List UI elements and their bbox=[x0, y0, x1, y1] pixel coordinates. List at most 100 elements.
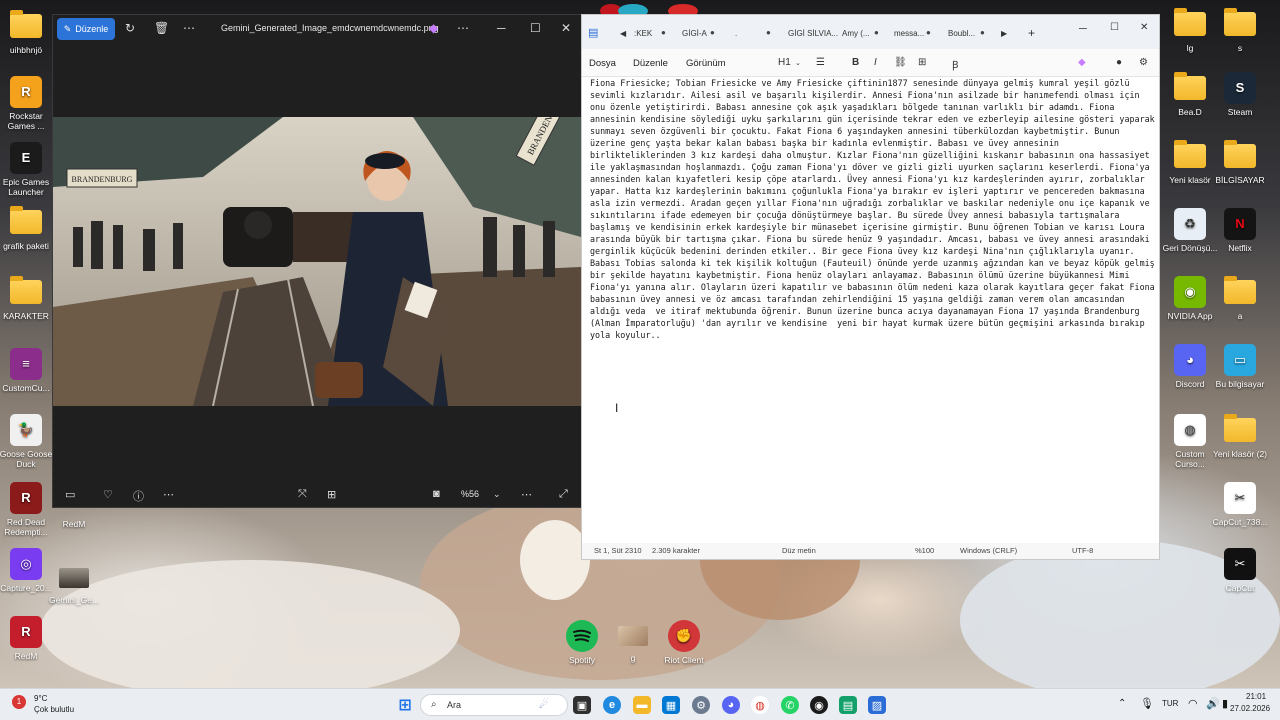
text-format[interactable]: Düz metin bbox=[782, 546, 816, 555]
task-view-icon[interactable]: ▣ bbox=[573, 696, 591, 714]
maximize-icon[interactable]: ☐ bbox=[530, 21, 541, 35]
input-language[interactable]: TUR bbox=[1162, 699, 1178, 708]
line-ending[interactable]: Windows (CRLF) bbox=[960, 546, 1017, 555]
menu-edit[interactable]: Düzenle bbox=[633, 58, 668, 69]
battery-icon[interactable]: ▮ bbox=[1222, 697, 1228, 710]
desktop-icon-gemini-image[interactable]: Gemini_Ge... bbox=[44, 562, 104, 605]
desktop-icon[interactable]: ✂ CapCut bbox=[1210, 548, 1270, 593]
desktop-icon[interactable]: S Steam bbox=[1210, 72, 1270, 117]
notepad-tab[interactable]: Boubl... bbox=[948, 29, 975, 38]
menu-file[interactable]: Dosya bbox=[589, 58, 616, 69]
menu-view[interactable]: Görünüm bbox=[686, 58, 726, 69]
settings-gear-icon[interactable]: ⚙ bbox=[1139, 57, 1148, 68]
actual-size-icon[interactable]: ⊞ bbox=[327, 488, 336, 501]
tab-scroll-right-icon[interactable]: ▶ bbox=[1001, 29, 1007, 38]
desktop-icon[interactable]: R RedM bbox=[0, 616, 56, 661]
desktop-icon[interactable]: 🦆 Goose Goose Duck bbox=[0, 414, 56, 469]
filmstrip-icon[interactable]: ▭ bbox=[65, 488, 75, 501]
taskbar-search-box[interactable]: ⌕ Ara ☄ bbox=[420, 694, 568, 716]
bottom-more-icon[interactable]: ⋯ bbox=[163, 488, 174, 501]
encoding[interactable]: UTF-8 bbox=[1072, 546, 1093, 555]
notepad-tab[interactable]: . bbox=[735, 29, 737, 38]
rotate-icon[interactable]: ↻ bbox=[125, 21, 135, 35]
file-explorer-icon[interactable]: ▬ bbox=[633, 696, 651, 714]
chevron-down-icon[interactable]: ⌄ bbox=[795, 59, 801, 67]
notepad-tab[interactable]: :KEK bbox=[634, 29, 652, 38]
desktop-icon[interactable]: ▭ Bu bilgisayar bbox=[1210, 344, 1270, 389]
chevron-down-icon[interactable]: ⌄ bbox=[493, 489, 501, 500]
whatsapp-icon[interactable]: ✆ bbox=[781, 696, 799, 714]
tab-close-icon[interactable]: ● bbox=[710, 28, 715, 37]
fullscreen-icon[interactable]: ⤢ bbox=[559, 488, 568, 501]
maximize-icon[interactable]: ☐ bbox=[1110, 22, 1119, 33]
notepad-tab[interactable]: Amy (... bbox=[842, 29, 870, 38]
desktop-icon-riot-client[interactable]: ✊ Riot Client bbox=[654, 620, 714, 665]
tab-scroll-left-icon[interactable]: ◀ bbox=[620, 29, 626, 38]
close-icon[interactable]: ✕ bbox=[1140, 22, 1148, 33]
clock-time[interactable]: 21:01 bbox=[1246, 692, 1266, 701]
favorite-heart-icon[interactable]: ♡ bbox=[103, 488, 113, 501]
chrome-icon[interactable]: ◍ bbox=[751, 696, 769, 714]
desktop-icon[interactable]: KARAKTER bbox=[0, 276, 56, 321]
settings-icon[interactable]: ⚙ bbox=[692, 696, 710, 714]
status-zoom[interactable]: %100 bbox=[915, 546, 934, 555]
desktop-icon[interactable]: E Epic Games Launcher bbox=[0, 142, 56, 197]
desktop-icon[interactable]: N Netflix bbox=[1210, 208, 1270, 253]
desktop-icon[interactable]: grafik paketi bbox=[0, 206, 56, 251]
notepad-tab[interactable]: GİGİ-A bbox=[682, 29, 707, 38]
start-windows-icon[interactable]: ⊞ bbox=[396, 696, 414, 714]
minimize-icon[interactable]: ─ bbox=[497, 21, 506, 35]
list-icon[interactable]: ☰ bbox=[816, 57, 825, 68]
wifi-icon[interactable]: ◠ bbox=[1188, 697, 1198, 710]
desktop-icon[interactable]: ✂ CapCut_738... bbox=[1210, 482, 1270, 527]
desktop-icon[interactable]: Yeni klasör (2) bbox=[1210, 414, 1270, 459]
photo-viewer-image[interactable]: BRANDENBURG BRANDENBURG Hbf bbox=[53, 117, 581, 406]
titlebar-more-icon[interactable]: ⋯ bbox=[457, 21, 469, 35]
close-icon[interactable]: ✕ bbox=[561, 21, 571, 35]
desktop-icon[interactable]: s bbox=[1210, 8, 1270, 53]
clear-formatting-icon[interactable]: Ꞵ bbox=[952, 57, 958, 71]
microsoft-store-icon[interactable]: ▦ bbox=[662, 696, 680, 714]
photos-taskbar-icon[interactable]: ▨ bbox=[868, 696, 886, 714]
tab-close-icon[interactable]: ● bbox=[980, 28, 985, 37]
delete-icon[interactable]: 🗑 bbox=[154, 21, 169, 35]
zoom-more-icon[interactable]: ⋯ bbox=[521, 488, 532, 501]
screenshot-icon[interactable]: ◙ bbox=[433, 488, 440, 500]
desktop-icon[interactable]: BİLGİSAYAR bbox=[1210, 140, 1270, 185]
fit-view-icon[interactable]: ⤧ bbox=[298, 488, 307, 501]
notepad-tab[interactable]: GİGİ SİLVIA... bbox=[788, 29, 838, 38]
desktop-icon[interactable]: R Rockstar Games ... bbox=[0, 76, 56, 131]
clock-date[interactable]: 27.02.2026 bbox=[1230, 704, 1270, 713]
desktop-icon[interactable]: a bbox=[1210, 276, 1270, 321]
chevron-up-icon[interactable]: ⌃ bbox=[1118, 698, 1126, 709]
discord-icon[interactable]: ◕ bbox=[722, 696, 740, 714]
microphone-icon[interactable]: 🎙 bbox=[1140, 697, 1154, 710]
edit-button[interactable]: ✎ Düzenle bbox=[57, 18, 115, 40]
edge-icon[interactable]: e bbox=[603, 696, 621, 714]
tab-close-icon[interactable]: ● bbox=[766, 28, 771, 37]
new-tab-icon[interactable]: + bbox=[1028, 26, 1035, 40]
zoom-level[interactable]: %56 bbox=[461, 489, 479, 499]
account-icon[interactable]: ● bbox=[1116, 57, 1122, 68]
copilot-icon[interactable]: ◆ bbox=[1078, 57, 1086, 68]
desktop-icon-label: grafik paketi bbox=[3, 241, 49, 251]
table-icon[interactable]: ⊞ bbox=[918, 57, 926, 68]
heading-dropdown[interactable]: H1 bbox=[778, 57, 791, 68]
more-options-icon[interactable]: ⋯ bbox=[183, 21, 195, 35]
notepad-text-area[interactable]: Fiona Friesicke; Tobian Friesicke ve Amy… bbox=[590, 77, 1156, 341]
game-app-icon[interactable]: ◉ bbox=[810, 696, 828, 714]
tab-close-icon[interactable]: ● bbox=[874, 28, 879, 37]
notepad-tab[interactable]: messa... bbox=[894, 29, 924, 38]
tab-close-icon[interactable]: ● bbox=[926, 28, 931, 37]
desktop-icon[interactable]: uihbhnjö bbox=[0, 10, 56, 55]
link-icon[interactable]: ⛓ bbox=[894, 57, 907, 68]
bold-icon[interactable]: B bbox=[852, 57, 859, 68]
italic-icon[interactable]: I bbox=[874, 57, 877, 68]
desktop-icon[interactable]: ≡ CustomCu... bbox=[0, 348, 56, 393]
volume-icon[interactable]: 🔊 bbox=[1206, 697, 1220, 710]
minimize-icon[interactable]: ─ bbox=[1079, 23, 1087, 35]
tab-close-icon[interactable]: ● bbox=[661, 28, 666, 37]
spreadsheet-icon[interactable]: ▤ bbox=[839, 696, 857, 714]
info-icon[interactable]: ⓘ bbox=[133, 488, 144, 504]
copilot-icon[interactable]: ◆ bbox=[429, 21, 438, 35]
